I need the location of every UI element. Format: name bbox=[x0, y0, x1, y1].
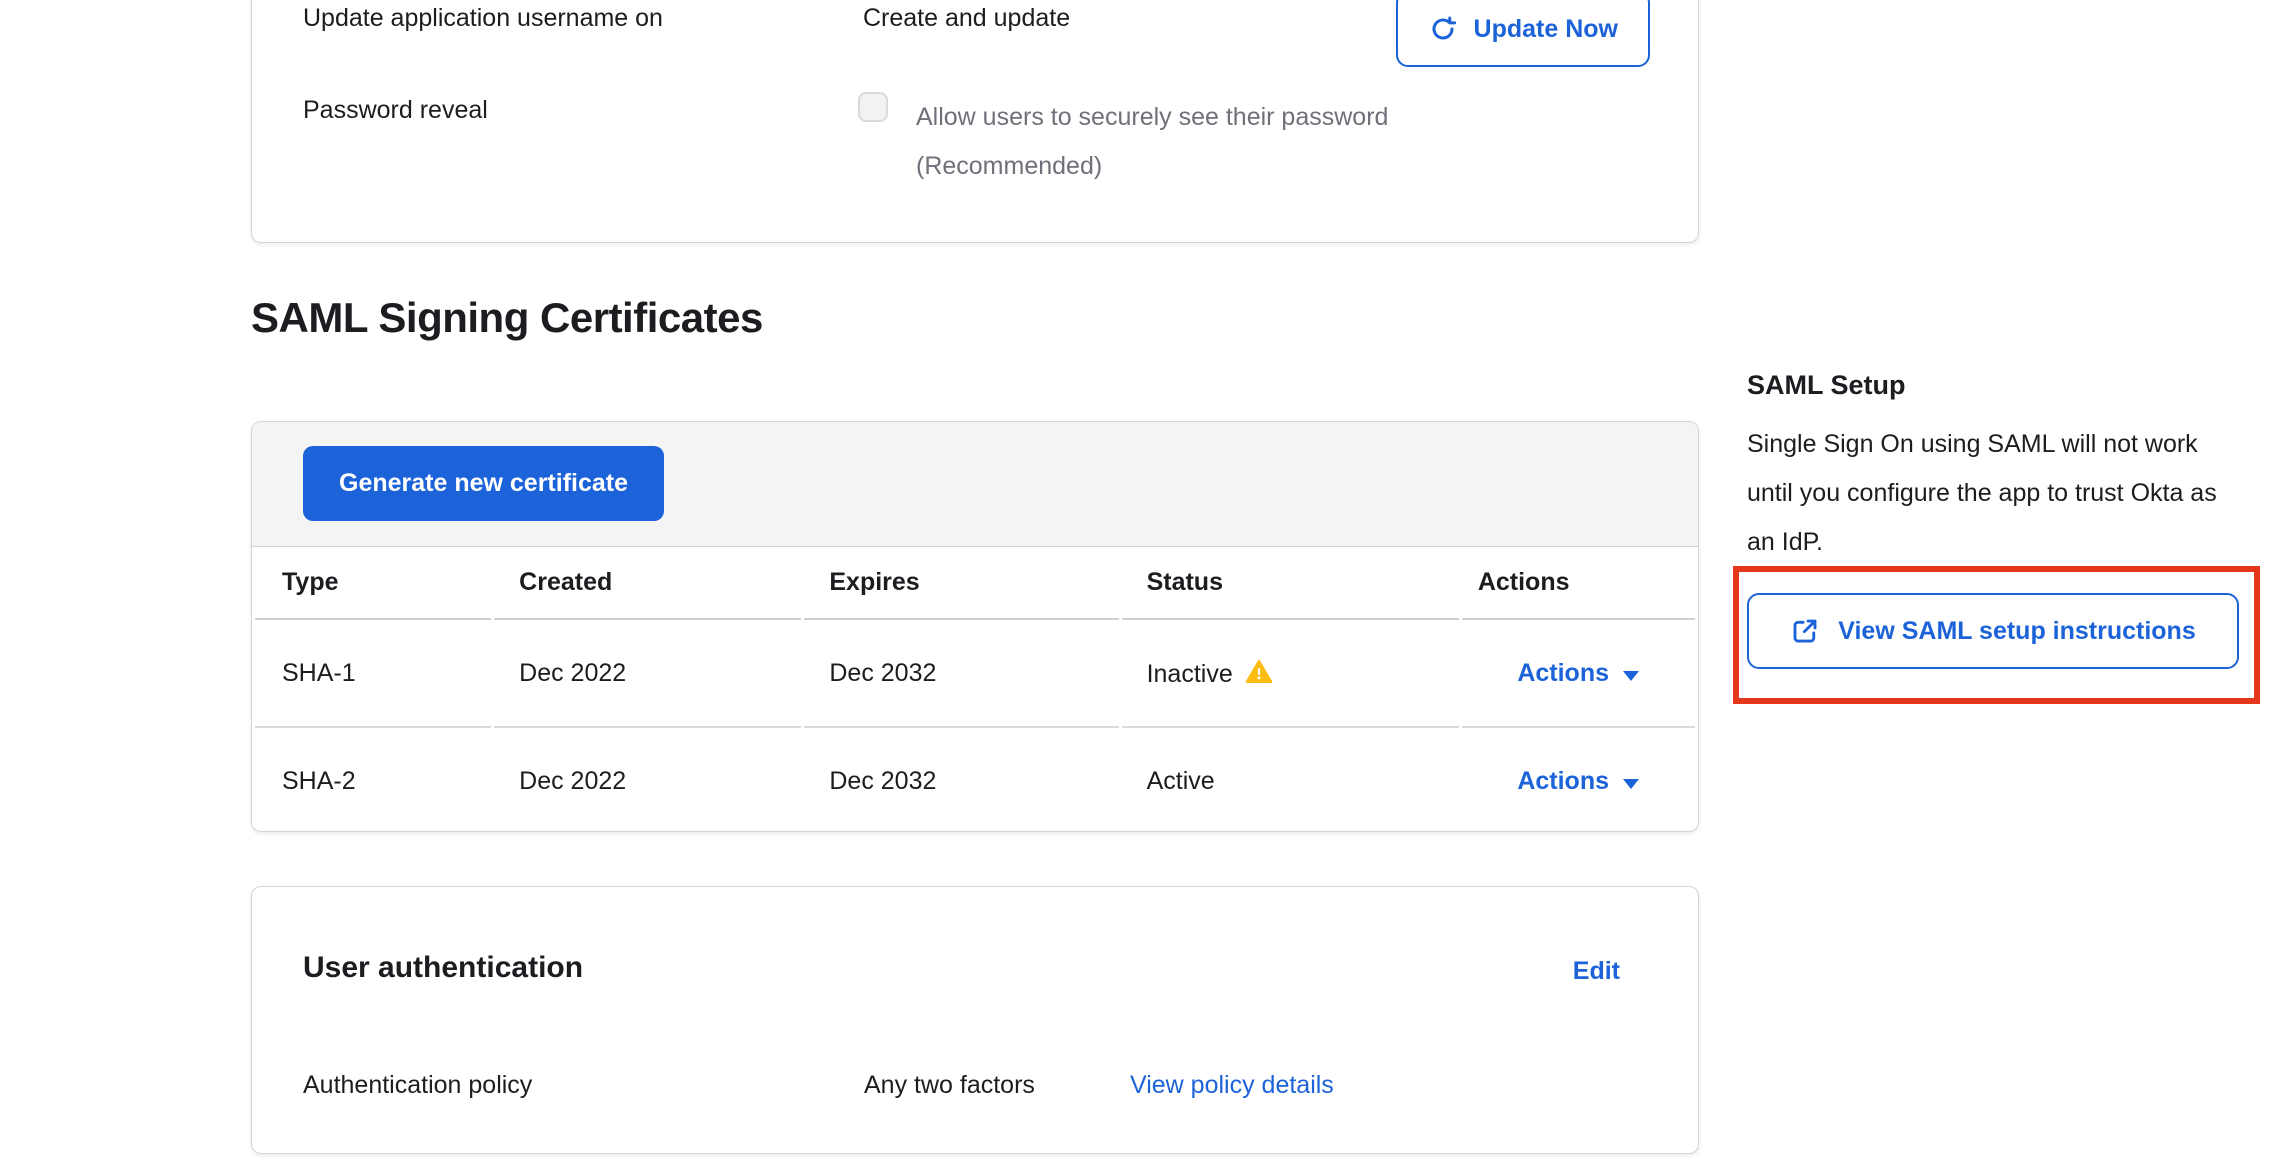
checkbox-line-2: (Recommended) bbox=[916, 142, 1388, 191]
column-header-actions: Actions bbox=[1462, 547, 1695, 620]
saml-setup-description: Single Sign On using SAML will not work … bbox=[1747, 420, 2225, 567]
user-authentication-title: User authentication bbox=[303, 951, 583, 985]
sign-on-settings-card: Update application username on Create an… bbox=[251, 0, 1699, 243]
update-now-button[interactable]: Update Now bbox=[1396, 0, 1650, 67]
user-authentication-panel: User authentication Edit Authentication … bbox=[251, 886, 1699, 1154]
column-header-created: Created bbox=[494, 547, 801, 620]
update-now-label: Update Now bbox=[1474, 15, 1618, 44]
cert-created: Dec 2022 bbox=[494, 728, 801, 832]
status-text: Inactive bbox=[1147, 660, 1233, 688]
cert-expires: Dec 2032 bbox=[804, 728, 1118, 832]
username-update-label: Update application username on bbox=[303, 4, 663, 33]
cert-type: SHA-1 bbox=[255, 620, 491, 728]
actions-menu-button[interactable]: Actions bbox=[1517, 659, 1639, 687]
password-reveal-checkbox[interactable] bbox=[858, 92, 888, 122]
view-saml-setup-instructions-button[interactable]: View SAML setup instructions bbox=[1747, 593, 2239, 669]
status-text: Active bbox=[1147, 767, 1215, 795]
authentication-policy-label: Authentication policy bbox=[303, 1071, 532, 1100]
warning-triangle-icon bbox=[1245, 658, 1273, 686]
actions-label: Actions bbox=[1517, 659, 1609, 687]
cert-type: SHA-2 bbox=[255, 728, 491, 832]
table-row: SHA-1 Dec 2022 Dec 2032 Inactive bbox=[255, 620, 1695, 728]
certificates-table: Type Created Expires Status Actions SHA-… bbox=[252, 547, 1698, 832]
cert-status: Inactive bbox=[1122, 620, 1459, 728]
caret-down-icon bbox=[1623, 671, 1639, 681]
certificates-toolbar: Generate new certificate bbox=[252, 422, 1698, 547]
actions-label: Actions bbox=[1517, 767, 1609, 795]
column-header-type: Type bbox=[255, 547, 491, 620]
column-header-status: Status bbox=[1122, 547, 1459, 620]
table-header-row: Type Created Expires Status Actions bbox=[255, 547, 1695, 620]
page-title: SAML Signing Certificates bbox=[251, 294, 763, 342]
cert-created: Dec 2022 bbox=[494, 620, 801, 728]
edit-link[interactable]: Edit bbox=[1573, 957, 1620, 986]
actions-menu-button[interactable]: Actions bbox=[1517, 767, 1639, 795]
okta-app-sign-on-page: Update application username on Create an… bbox=[0, 0, 2279, 1158]
generate-certificate-button[interactable]: Generate new certificate bbox=[303, 446, 664, 521]
cert-expires: Dec 2032 bbox=[804, 620, 1118, 728]
password-reveal-label: Password reveal bbox=[303, 96, 488, 125]
checkbox-line-1: Allow users to securely see their passwo… bbox=[916, 93, 1388, 142]
cert-actions: Actions bbox=[1462, 620, 1695, 728]
view-policy-details-link[interactable]: View policy details bbox=[1130, 1071, 1334, 1100]
saml-certificates-panel: Generate new certificate Type Created Ex… bbox=[251, 421, 1699, 832]
table-row: SHA-2 Dec 2022 Dec 2032 Active Actions bbox=[255, 728, 1695, 832]
column-header-expires: Expires bbox=[804, 547, 1118, 620]
cert-actions: Actions bbox=[1462, 728, 1695, 832]
authentication-policy-value: Any two factors bbox=[864, 1071, 1035, 1100]
username-update-value: Create and update bbox=[863, 4, 1070, 33]
external-link-icon bbox=[1790, 616, 1820, 646]
saml-setup-title: SAML Setup bbox=[1747, 370, 1906, 401]
caret-down-icon bbox=[1623, 779, 1639, 789]
refresh-icon bbox=[1428, 14, 1458, 44]
password-reveal-description: Allow users to securely see their passwo… bbox=[916, 93, 1388, 191]
saml-button-label: View SAML setup instructions bbox=[1838, 617, 2195, 646]
cert-status: Active bbox=[1122, 728, 1459, 832]
